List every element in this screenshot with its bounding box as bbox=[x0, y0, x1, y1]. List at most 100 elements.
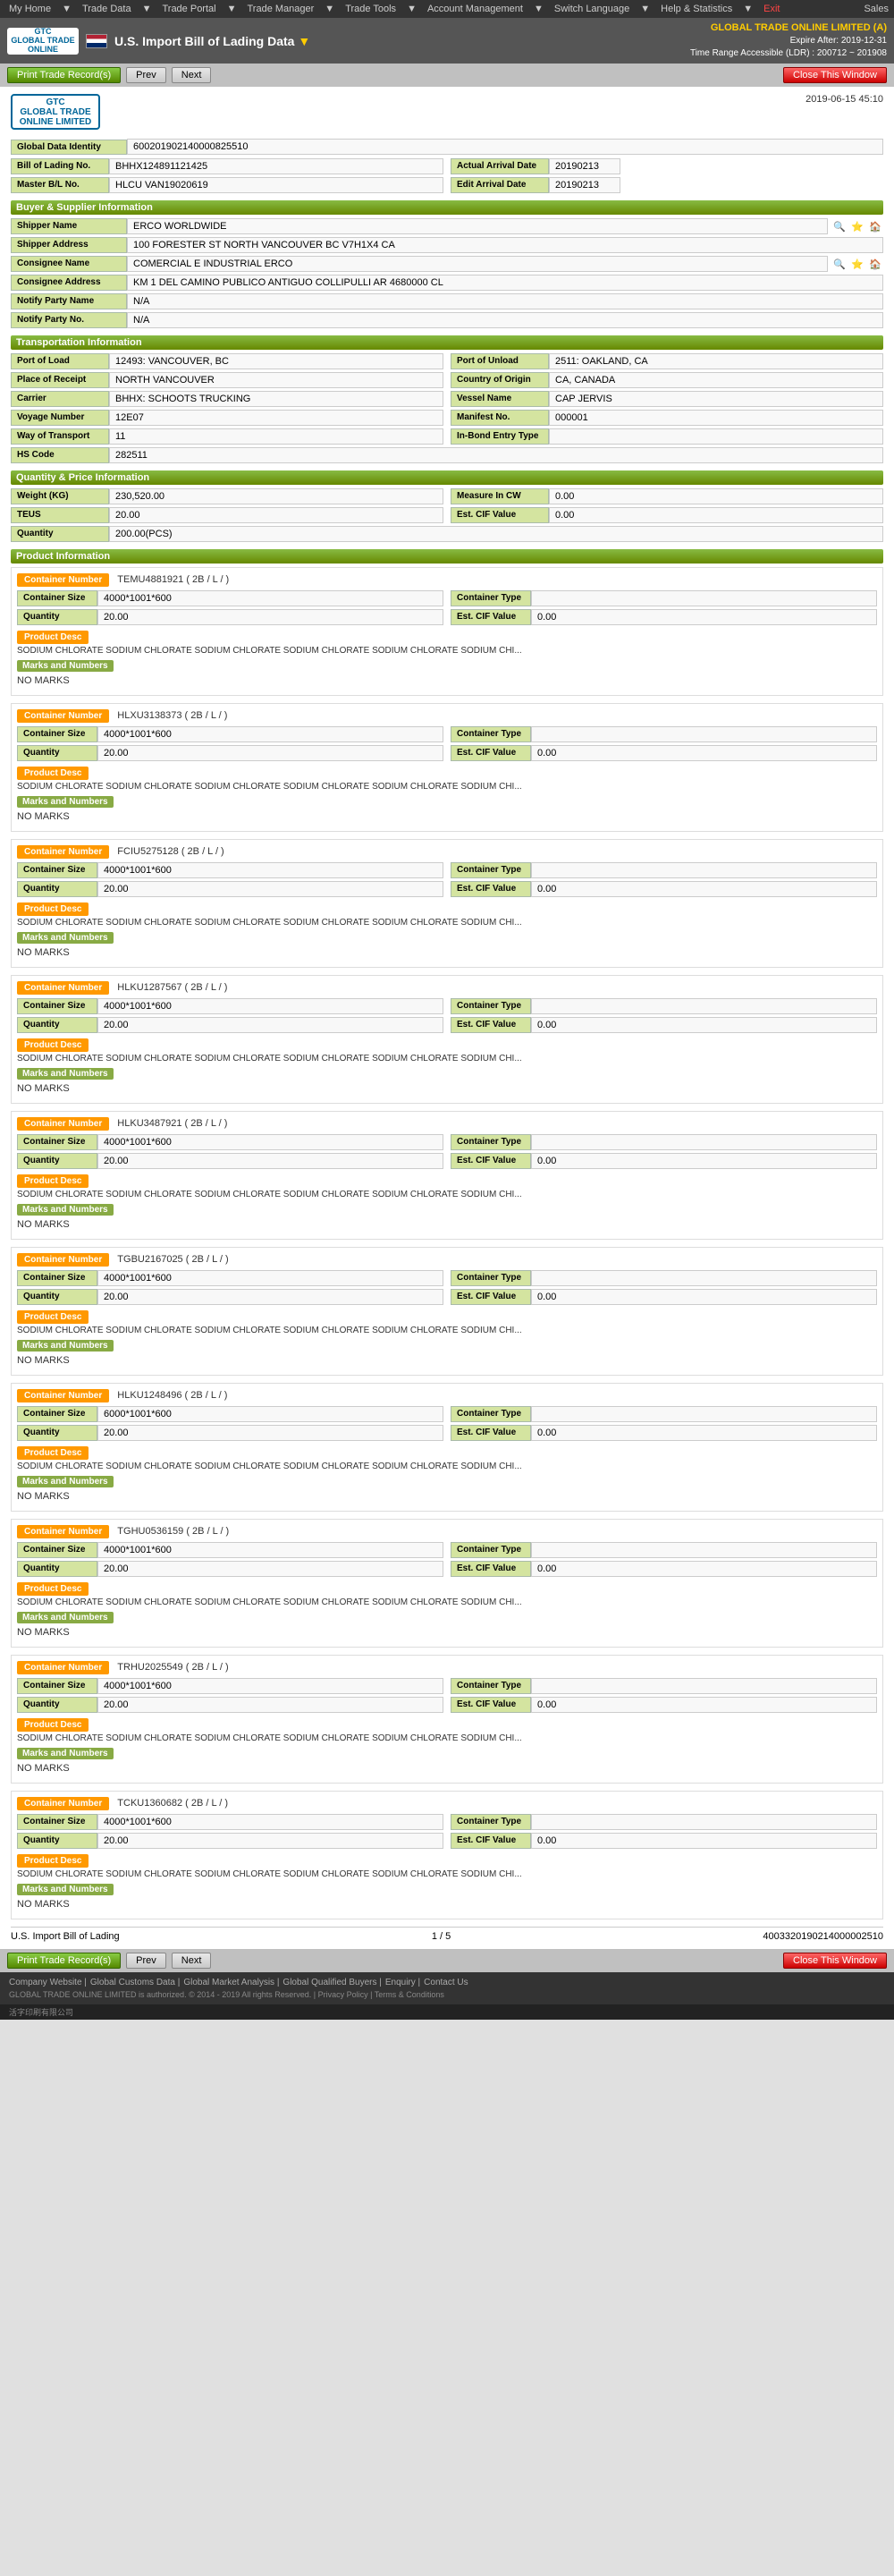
container-type-label-6: Container Type bbox=[451, 1406, 531, 1422]
container-cif-field-4: Est. CIF Value 0.00 bbox=[451, 1153, 877, 1169]
footer-link-4[interactable]: Enquiry | bbox=[385, 1978, 420, 1987]
container-cif-label-9: Est. CIF Value bbox=[451, 1833, 531, 1849]
container-qty-value-1: 20.00 bbox=[97, 745, 443, 761]
port-load-label: Port of Load bbox=[11, 353, 109, 369]
master-bol-field: Master B/L No. HLCU VAN19020619 bbox=[11, 177, 443, 193]
container-qty-field-8: Quantity 20.00 bbox=[17, 1697, 443, 1713]
nav-trade-portal[interactable]: Trade Portal bbox=[158, 2, 219, 16]
container-cif-field-1: Est. CIF Value 0.00 bbox=[451, 745, 877, 761]
container-size-label-0: Container Size bbox=[17, 590, 97, 606]
marks-text-7: NO MARKS bbox=[17, 1627, 877, 1638]
search-icon[interactable]: 🔍 bbox=[831, 218, 848, 234]
container-size-row-8: Container Size 4000*1001*600 Container T… bbox=[17, 1678, 877, 1694]
shipper-icons: 🔍 ⭐ 🏠 bbox=[831, 218, 883, 234]
close-button-bottom[interactable]: Close This Window bbox=[783, 1953, 887, 1969]
container-C6: Container Number TGBU2167025 ( 2B / L / … bbox=[11, 1247, 883, 1376]
container-type-field-0: Container Type bbox=[451, 590, 877, 606]
container-number-value-3: HLKU1287567 ( 2B / L / ) bbox=[117, 982, 227, 993]
transport-row: Way of Transport 11 In-Bond Entry Type bbox=[11, 428, 883, 445]
container-qty-row-6: Quantity 20.00 Est. CIF Value 0.00 bbox=[17, 1425, 877, 1441]
container-size-field-8: Container Size 4000*1001*600 bbox=[17, 1678, 443, 1694]
container-C4: Container Number HLKU1287567 ( 2B / L / … bbox=[11, 975, 883, 1104]
consignee-home-icon[interactable]: 🏠 bbox=[867, 256, 883, 272]
container-qty-row-2: Quantity 20.00 Est. CIF Value 0.00 bbox=[17, 881, 877, 897]
nav-trade-manager[interactable]: Trade Manager bbox=[243, 2, 317, 16]
carrier-value: BHHX: SCHOOTS TRUCKING bbox=[109, 391, 443, 407]
star-icon[interactable]: ⭐ bbox=[849, 218, 865, 234]
container-number-label-4: Container Number bbox=[17, 1117, 109, 1131]
container-type-label-7: Container Type bbox=[451, 1542, 531, 1558]
nav-account[interactable]: Account Management bbox=[424, 2, 527, 16]
top-page-controls: Print Trade Record(s) Prev Next Close Th… bbox=[0, 64, 894, 87]
prev-button-top[interactable]: Prev bbox=[126, 67, 166, 83]
bol-value: BHHX124891121425 bbox=[109, 158, 443, 174]
port-unlaid-value: 2511: OAKLAND, CA bbox=[549, 353, 883, 369]
shipper-name-row: Shipper Name ERCO WORLDWIDE 🔍 ⭐ 🏠 bbox=[11, 218, 883, 234]
container-number-label-8: Container Number bbox=[17, 1661, 109, 1674]
container-size-label-6: Container Size bbox=[17, 1406, 97, 1422]
print-button-bottom[interactable]: Print Trade Record(s) bbox=[7, 1953, 121, 1969]
container-size-label-3: Container Size bbox=[17, 998, 97, 1014]
container-type-value-2 bbox=[531, 862, 877, 878]
nav-home[interactable]: My Home bbox=[5, 2, 55, 16]
product-desc-label-2: Product Desc bbox=[17, 900, 877, 918]
quantity-label: Quantity bbox=[11, 526, 109, 542]
country-origin-field: Country of Origin CA, CANADA bbox=[451, 372, 883, 388]
vessel-field: Vessel Name CAP JERVIS bbox=[451, 391, 883, 407]
next-button-bottom[interactable]: Next bbox=[172, 1953, 212, 1969]
container-type-field-4: Container Type bbox=[451, 1134, 877, 1150]
container-C8: Container Number TGHU0536159 ( 2B / L / … bbox=[11, 1519, 883, 1648]
prev-button-bottom[interactable]: Prev bbox=[126, 1953, 166, 1969]
container-type-label-3: Container Type bbox=[451, 998, 531, 1014]
page-title: U.S. Import Bill of Lading Data ▼ bbox=[114, 34, 310, 48]
container-cif-label-3: Est. CIF Value bbox=[451, 1017, 531, 1033]
nav-exit[interactable]: Exit bbox=[760, 2, 783, 16]
nav-divider4: ▼ bbox=[325, 4, 334, 14]
footer-link-5[interactable]: Contact Us bbox=[424, 1978, 468, 1987]
marks-text-6: NO MARKS bbox=[17, 1491, 877, 1502]
edit-arrival-value: 20190213 bbox=[549, 177, 620, 193]
home-icon[interactable]: 🏠 bbox=[867, 218, 883, 234]
container-number-label-0: Container Number bbox=[17, 573, 109, 587]
container-type-value-7 bbox=[531, 1542, 877, 1558]
container-size-value-2: 4000*1001*600 bbox=[97, 862, 443, 878]
consignee-star-icon[interactable]: ⭐ bbox=[849, 256, 865, 272]
footer-link-2[interactable]: Global Market Analysis | bbox=[183, 1978, 279, 1987]
container-number-value-2: FCIU5275128 ( 2B / L / ) bbox=[117, 846, 224, 857]
container-size-field-5: Container Size 4000*1001*600 bbox=[17, 1270, 443, 1286]
nav-trade-tools[interactable]: Trade Tools bbox=[342, 2, 400, 16]
next-button-top[interactable]: Next bbox=[172, 67, 212, 83]
bol-label: Bill of Lading No. bbox=[11, 158, 109, 174]
header-info: GLOBAL TRADE ONLINE LIMITED (A) Expire A… bbox=[690, 21, 887, 60]
container-C7: Container Number HLKU1248496 ( 2B / L / … bbox=[11, 1383, 883, 1512]
footer-link-1[interactable]: Global Customs Data | bbox=[90, 1978, 180, 1987]
container-size-row-5: Container Size 4000*1001*600 Container T… bbox=[17, 1270, 877, 1286]
container-type-field-5: Container Type bbox=[451, 1270, 877, 1286]
container-qty-value-5: 20.00 bbox=[97, 1289, 443, 1305]
nav-language[interactable]: Switch Language bbox=[551, 2, 633, 16]
logo-area: GTCGLOBAL TRADEONLINE bbox=[7, 28, 107, 55]
close-button-top[interactable]: Close This Window bbox=[783, 67, 887, 83]
header-bar: GTCGLOBAL TRADEONLINE U.S. Import Bill o… bbox=[0, 18, 894, 64]
container-size-label-8: Container Size bbox=[17, 1678, 97, 1694]
consignee-icons: 🔍 ⭐ 🏠 bbox=[831, 256, 883, 272]
product-desc-text-5: SODIUM CHLORATE SODIUM CHLORATE SODIUM C… bbox=[17, 1326, 877, 1335]
voyage-value: 12E07 bbox=[109, 410, 443, 426]
container-cif-field-0: Est. CIF Value 0.00 bbox=[451, 609, 877, 625]
product-desc-text-1: SODIUM CHLORATE SODIUM CHLORATE SODIUM C… bbox=[17, 782, 877, 792]
shipper-name-label: Shipper Name bbox=[11, 218, 127, 234]
port-load-row: Port of Load 12493: VANCOUVER, BC Port o… bbox=[11, 353, 883, 369]
container-type-label-1: Container Type bbox=[451, 726, 531, 742]
nav-trade-data[interactable]: Trade Data bbox=[79, 2, 135, 16]
container-type-label-9: Container Type bbox=[451, 1814, 531, 1830]
container-qty-row-7: Quantity 20.00 Est. CIF Value 0.00 bbox=[17, 1561, 877, 1577]
consignee-search-icon[interactable]: 🔍 bbox=[831, 256, 848, 272]
notify-party-label: Notify Party Name bbox=[11, 293, 127, 309]
print-button-top[interactable]: Print Trade Record(s) bbox=[7, 67, 121, 83]
footer-link-3[interactable]: Global Qualified Buyers | bbox=[283, 1978, 381, 1987]
container-size-value-4: 4000*1001*600 bbox=[97, 1134, 443, 1150]
port-unlaid-label: Port of Unload bbox=[451, 353, 549, 369]
nav-help[interactable]: Help & Statistics bbox=[657, 2, 736, 16]
footer-link-0[interactable]: Company Website | bbox=[9, 1978, 87, 1987]
container-size-row-0: Container Size 4000*1001*600 Container T… bbox=[17, 590, 877, 606]
